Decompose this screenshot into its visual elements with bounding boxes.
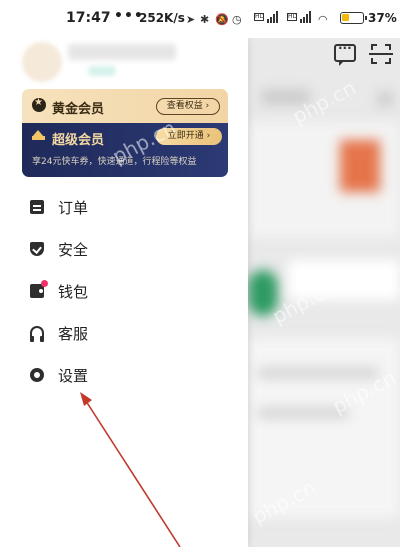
annotation-arrow	[80, 392, 181, 547]
